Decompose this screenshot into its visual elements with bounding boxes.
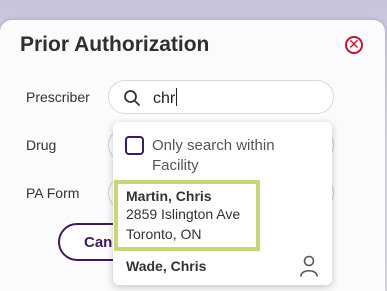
- facility-checkbox[interactable]: [125, 136, 144, 155]
- prescriber-dropdown: Only search within Facility Martin, Chri…: [113, 122, 332, 285]
- prescriber-search-input[interactable]: chr: [108, 80, 334, 114]
- search-text: chr: [153, 88, 178, 107]
- close-icon[interactable]: ✕: [345, 36, 363, 54]
- result-city: Toronto, ON: [126, 226, 202, 242]
- result-name: Wade, Chris: [126, 258, 207, 274]
- search-icon: [124, 90, 140, 106]
- prescriber-label: Prescriber: [26, 89, 90, 105]
- pa-form-label: PA Form: [26, 185, 80, 201]
- result-address: 2859 Islington Ave: [126, 206, 241, 222]
- person-icon: [300, 255, 318, 277]
- facility-checkbox-label: Only search within Facility: [152, 137, 275, 174]
- drug-label: Drug: [26, 137, 57, 153]
- result-name: Martin, Chris: [126, 188, 212, 204]
- list-item[interactable]: Martin, Chris 2859 Islington Ave Toronto…: [126, 188, 240, 244]
- modal-title: Prior Authorization: [20, 33, 210, 56]
- list-item[interactable]: Wade, Chris: [126, 258, 206, 274]
